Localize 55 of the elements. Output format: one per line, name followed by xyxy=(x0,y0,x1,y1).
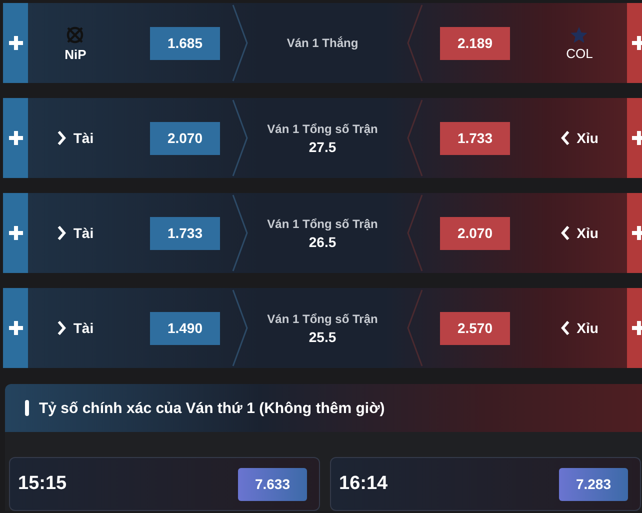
chevron-right-icon xyxy=(57,130,66,146)
odds-button[interactable]: 2.189 xyxy=(440,26,510,60)
chevron-left-icon xyxy=(560,320,570,336)
chevron-separator-icon xyxy=(230,193,250,273)
market-line: 25.5 xyxy=(308,328,336,344)
chevron-separator-icon xyxy=(405,3,425,83)
over-label: Tài xyxy=(73,320,94,336)
plus-icon[interactable] xyxy=(632,36,642,50)
under-label: Xỉu xyxy=(576,320,598,336)
chevron-right-icon xyxy=(57,320,66,336)
odds-button[interactable]: 7.283 xyxy=(559,468,628,500)
odds-button[interactable]: 2.070 xyxy=(150,122,220,154)
chevron-separator-icon xyxy=(405,288,425,368)
chevron-left-icon xyxy=(560,130,570,146)
odds-button[interactable]: 2.570 xyxy=(440,312,510,344)
score-card[interactable]: 16:14 7.283 xyxy=(330,457,641,511)
score-label: 16:14 xyxy=(339,473,388,495)
odds-button[interactable]: 2.070 xyxy=(440,216,510,250)
score-label: 15:15 xyxy=(18,473,67,495)
market-line: 27.5 xyxy=(308,138,336,154)
star-icon xyxy=(570,26,588,44)
odds-button[interactable]: 7.633 xyxy=(238,468,307,500)
under-label: Xỉu xyxy=(576,225,598,241)
plus-icon[interactable] xyxy=(8,36,22,50)
plus-icon[interactable] xyxy=(632,131,642,145)
chevron-separator-icon xyxy=(405,98,425,178)
odds-button[interactable]: 1.685 xyxy=(150,26,220,60)
score-card[interactable]: 15:15 7.633 xyxy=(9,457,320,511)
market-title: Ván 1 Thắng xyxy=(286,36,358,50)
chevron-separator-icon xyxy=(230,288,250,368)
plus-icon[interactable] xyxy=(8,226,22,240)
header-marker-icon xyxy=(25,400,29,416)
chevron-separator-icon xyxy=(230,98,250,178)
team-name: NiP xyxy=(64,46,86,62)
odds-button[interactable]: 1.733 xyxy=(150,216,220,250)
under-label: Xỉu xyxy=(576,130,598,146)
crossed-circle-icon xyxy=(65,24,86,44)
chevron-right-icon xyxy=(57,225,66,241)
chevron-separator-icon xyxy=(230,3,250,83)
over-label: Tài xyxy=(73,225,94,241)
odds-button[interactable]: 1.733 xyxy=(440,122,510,154)
plus-icon[interactable] xyxy=(632,321,642,335)
team-name: COL xyxy=(566,46,593,60)
market-line: 26.5 xyxy=(308,234,336,250)
odds-button[interactable]: 1.490 xyxy=(150,312,220,344)
section-title: Tỷ số chính xác của Ván thứ 1 (Không thêm giờ) xyxy=(39,400,385,416)
chevron-separator-icon xyxy=(405,193,425,273)
market-title: Ván 1 Tổng số Trận xyxy=(267,216,378,230)
market-title: Ván 1 Tổng số Trận xyxy=(267,312,378,326)
plus-icon[interactable] xyxy=(632,226,642,240)
market-title: Ván 1 Tổng số Trận xyxy=(267,122,378,136)
chevron-left-icon xyxy=(560,225,570,241)
over-label: Tài xyxy=(73,130,94,146)
plus-icon[interactable] xyxy=(8,131,22,145)
plus-icon[interactable] xyxy=(8,321,22,335)
